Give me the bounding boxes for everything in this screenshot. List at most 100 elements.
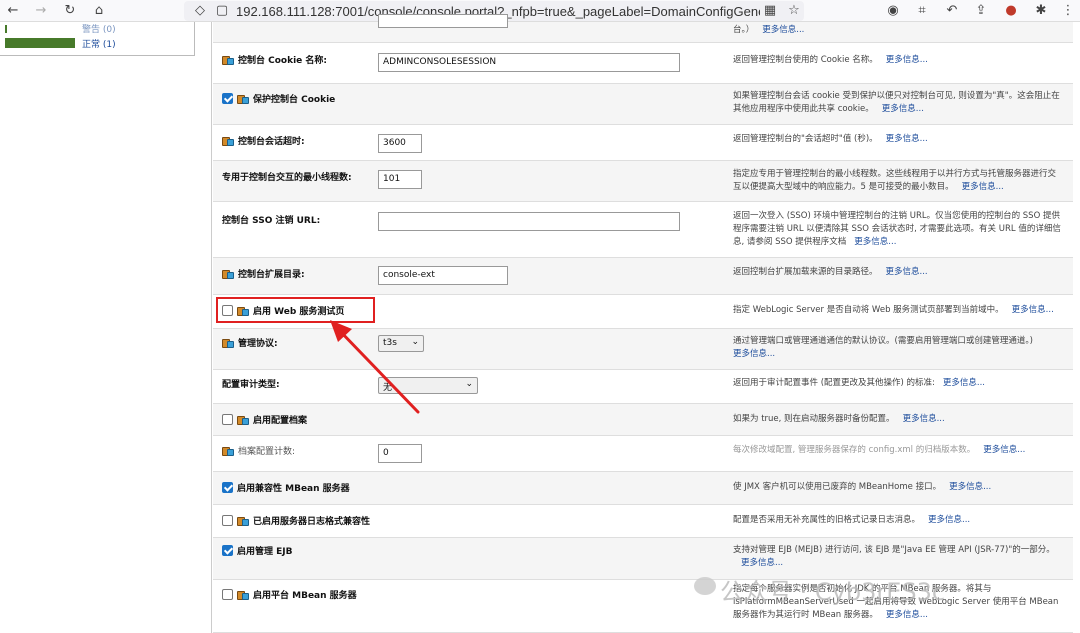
annotation-arrow <box>330 320 420 414</box>
more-info-link[interactable]: 更多信息... <box>886 55 928 65</box>
label-text: 档案配置计数: <box>238 447 296 457</box>
audit-type-label: 配置审计类型: <box>222 377 280 390</box>
label-text: 已启用服务器日志格式兼容性 <box>253 517 371 527</box>
left-panel: 警告 (0) 正常 (1) <box>0 22 212 633</box>
description-text: 配置是否采用无补充属性的旧格式记录日志消息。 <box>733 515 921 525</box>
more-info-link[interactable]: 更多信息... <box>943 378 985 388</box>
protect-cookie-checkbox[interactable] <box>222 93 233 104</box>
sso-logout-url-input[interactable] <box>378 212 680 231</box>
row-description: 返回管理控制台使用的 Cookie 名称。 更多信息... <box>733 54 1063 67</box>
row-description: 台。） 更多信息... <box>733 24 1063 37</box>
config-archive-label: 启用配置档案 <box>222 413 307 426</box>
description-text: 如果为 true, 则在启动服务器时备份配置。 <box>733 414 895 424</box>
config-icon <box>237 414 250 426</box>
bookmark-star-icon[interactable]: ☆ <box>786 3 802 19</box>
mejb-label: 启用管理 EJB <box>222 544 293 557</box>
row-description: 配置是否采用无补充属性的旧格式记录日志消息。 更多信息... <box>733 514 1063 527</box>
more-info-link[interactable]: 更多信息... <box>854 237 896 247</box>
share-icon[interactable]: ⇪ <box>973 3 989 19</box>
label-text: 管理协议: <box>238 339 278 349</box>
sso-logout-url-label: 控制台 SSO 注销 URL: <box>222 213 320 226</box>
config-icon <box>237 589 250 601</box>
protect-cookie-label: 保护控制台 Cookie <box>222 92 335 105</box>
more-info-link[interactable]: 更多信息... <box>886 610 928 620</box>
more-info-link[interactable]: 更多信息... <box>903 414 945 424</box>
row-description: 返回一次登入 (SSO) 环境中管理控制台的注销 URL。仅当您使用的控制台的 … <box>733 210 1063 249</box>
more-info-link[interactable]: 更多信息... <box>886 134 928 144</box>
more-info-link[interactable]: 更多信息... <box>741 558 783 568</box>
log-compat-checkbox[interactable] <box>222 515 233 526</box>
table-row: 控制台 SSO 注销 URL: 返回一次登入 (SSO) 环境中管理控制台的注销… <box>213 202 1073 258</box>
row-description: 指定 WebLogic Server 是否自动将 Web 服务测试页部署到当前域… <box>733 304 1063 317</box>
platform-mbean-checkbox[interactable] <box>222 589 233 600</box>
health-warning-link[interactable]: 警告 (0) <box>82 22 116 35</box>
table-row: 控制台扩展目录: console-ext 返回控制台扩展加载来源的目录路径。 更多… <box>213 258 1073 295</box>
row-description: 指定应专用于管理控制台的最小线程数。这些线程用于以并行方式与托管服务器进行交互以… <box>733 168 1063 194</box>
description-text: 返回管理控制台的"会话超时"值 (秒)。 <box>733 134 878 144</box>
health-ok-link[interactable]: 正常 (1) <box>82 37 116 50</box>
qr-code-icon[interactable]: ▦ <box>762 3 778 19</box>
more-info-link[interactable]: 更多信息... <box>733 349 775 359</box>
compat-mbean-label: 启用兼容性 MBean 服务器 <box>222 481 350 494</box>
description-text: 返回用于审计配置事件 (配置更改及其他操作) 的标准: <box>733 378 935 388</box>
row-description: 如果管理控制台会话 cookie 受到保护以便只对控制台可见, 则设置为"真"。… <box>733 90 1063 116</box>
undo-icon[interactable]: ↶ <box>944 3 960 19</box>
label-text: 启用配置档案 <box>253 416 308 426</box>
row-description: 每次修改域配置, 管理服务器保存的 config.xml 的归档版本数。 更多信息… <box>733 444 1063 457</box>
extension-icon[interactable]: ● <box>1003 3 1019 19</box>
description-text: 返回一次登入 (SSO) 环境中管理控制台的注销 URL。仅当您使用的控制台的 … <box>733 211 1061 247</box>
label-text: 控制台 SSO 注销 URL: <box>222 216 321 226</box>
label-text: 配置审计类型: <box>222 380 280 390</box>
more-info-link[interactable]: 更多信息... <box>949 482 991 492</box>
row-description: 返回用于审计配置事件 (配置更改及其他操作) 的标准: 更多信息... <box>733 377 1063 390</box>
config-icon <box>222 337 235 349</box>
crop-icon[interactable]: ⌗ <box>914 3 930 19</box>
account-icon[interactable]: ◉ <box>885 3 901 19</box>
mejb-checkbox[interactable] <box>222 545 233 556</box>
reload-icon[interactable]: ↻ <box>62 3 78 19</box>
page-info-icon[interactable]: ▢ <box>214 3 230 19</box>
table-row: 控制台会话超时: 3600 返回管理控制台的"会话超时"值 (秒)。 更多信息..… <box>213 125 1073 161</box>
table-row: 已启用服务器日志格式兼容性 配置是否采用无补充属性的旧格式记录日志消息。 更多信息… <box>213 505 1073 538</box>
description-text: 返回管理控制台使用的 Cookie 名称。 <box>733 55 878 65</box>
config-archive-checkbox[interactable] <box>222 414 233 425</box>
menu-icon[interactable]: ⋮ <box>1060 3 1076 19</box>
label-text: 控制台会话超时: <box>238 137 305 147</box>
compat-mbean-checkbox[interactable] <box>222 482 233 493</box>
archive-count-input[interactable]: 0 <box>378 444 422 463</box>
table-row: 启用兼容性 MBean 服务器 使 JMX 客户机可以使用已废弃的 MBeanH… <box>213 472 1073 505</box>
health-status-box: 警告 (0) 正常 (1) <box>0 22 195 56</box>
config-icon <box>222 268 235 280</box>
description-text: 返回控制台扩展加载来源的目录路径。 <box>733 267 878 277</box>
more-info-link[interactable]: 更多信息... <box>983 445 1025 455</box>
config-icon <box>222 445 235 457</box>
extension-dir-input[interactable]: console-ext <box>378 266 508 285</box>
log-compat-label: 已启用服务器日志格式兼容性 <box>222 514 370 527</box>
forward-icon[interactable]: → <box>33 3 49 19</box>
bug-icon[interactable]: ✱ <box>1033 3 1049 19</box>
more-info-link[interactable]: 更多信息... <box>882 104 924 114</box>
table-row: 控制台 Cookie 名称: ADMINCONSOLESESSION 返回管理控… <box>213 43 1073 84</box>
label-text: 控制台 Cookie 名称: <box>238 56 328 66</box>
description-text: 指定应专用于管理控制台的最小线程数。这些线程用于以并行方式与托管服务器进行交互以… <box>733 169 1057 192</box>
more-info-link[interactable]: 更多信息... <box>962 182 1004 192</box>
browser-toolbar: ← → ↻ ⌂ ◇ ▢ 192.168.111.128:7001/console… <box>0 0 1080 22</box>
label-text: 保护控制台 Cookie <box>253 95 336 105</box>
description-text: 台。） <box>733 25 755 35</box>
more-info-link[interactable]: 更多信息... <box>928 515 970 525</box>
previous-field[interactable] <box>378 14 508 28</box>
row-description: 通过管理端口或管理通道通信的默认协议。(需要启用管理端口或创建管理通道。) 更多信… <box>733 335 1063 361</box>
description-text: 使 JMX 客户机可以使用已废弃的 MBeanHome 接口。 <box>733 482 942 492</box>
home-icon[interactable]: ⌂ <box>91 3 107 19</box>
cookie-name-input[interactable]: ADMINCONSOLESESSION <box>378 53 680 72</box>
shield-icon[interactable]: ◇ <box>192 3 208 19</box>
description-text: 每次修改域配置, 管理服务器保存的 config.xml 的归档版本数。 <box>733 445 976 455</box>
more-info-link[interactable]: 更多信息... <box>762 25 804 35</box>
admin-protocol-label: 管理协议: <box>222 336 278 349</box>
min-threads-input[interactable]: 101 <box>378 170 422 189</box>
session-timeout-input[interactable]: 3600 <box>378 134 422 153</box>
more-info-link[interactable]: 更多信息... <box>1012 305 1054 315</box>
back-icon[interactable]: ← <box>5 3 21 19</box>
more-info-link[interactable]: 更多信息... <box>886 267 928 277</box>
archive-count-label: 档案配置计数: <box>222 444 295 457</box>
